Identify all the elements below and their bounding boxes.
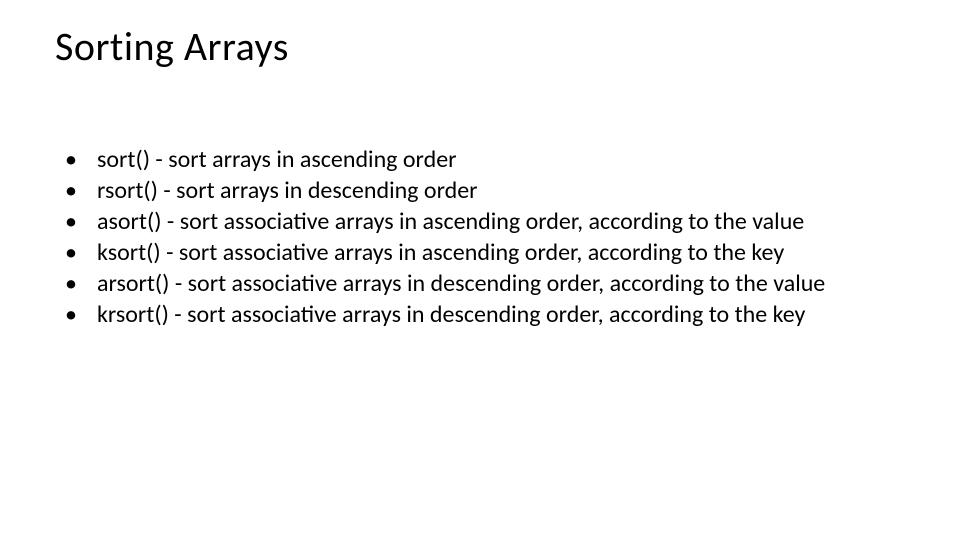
bullet-icon: • <box>65 176 79 206</box>
bullet-icon: • <box>65 300 79 330</box>
list-item: • ksort() - sort associative arrays in as… <box>65 238 920 268</box>
list-item-text: asort() - sort associative arrays in asc… <box>97 207 804 236</box>
bullet-icon: • <box>65 145 79 175</box>
list-item-text: krsort() - sort associative arrays in de… <box>97 300 805 329</box>
list-item-text: sort() - sort arrays in ascending order <box>97 145 457 174</box>
list-item: • arsort() - sort associative arrays in d… <box>65 269 920 299</box>
slide: Sorting Arrays • sort() - sort arrays in … <box>0 0 960 540</box>
list-item-text: arsort() - sort associative arrays in de… <box>97 269 825 298</box>
bullet-icon: • <box>65 269 79 299</box>
list-item-text: ksort() - sort associative arrays in asc… <box>97 238 784 267</box>
list-item: • krsort() - sort associative arrays in d… <box>65 300 920 330</box>
page-title: Sorting Arrays <box>55 22 289 71</box>
bullet-icon: • <box>65 207 79 237</box>
list-item: • sort() - sort arrays in ascending order <box>65 145 920 175</box>
list-item-text: rsort() - sort arrays in descending orde… <box>97 176 478 205</box>
bullet-list: • sort() - sort arrays in ascending order… <box>65 145 920 331</box>
list-item: • rsort() - sort arrays in descending ord… <box>65 176 920 206</box>
list-item: • asort() - sort associative arrays in as… <box>65 207 920 237</box>
bullet-icon: • <box>65 238 79 268</box>
